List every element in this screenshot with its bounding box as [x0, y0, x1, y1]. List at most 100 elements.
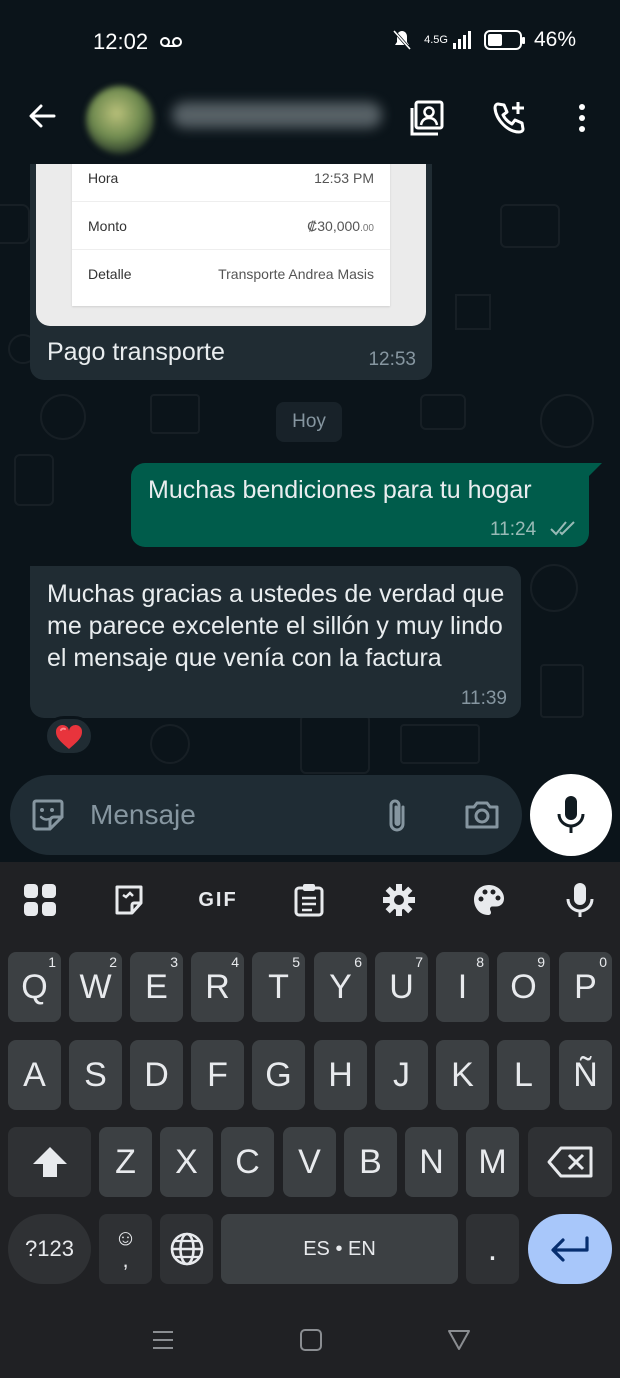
key-i[interactable]: I8 [436, 952, 489, 1022]
receipt-value: Transporte Andrea Masis [218, 266, 374, 282]
key-y[interactable]: Y6 [314, 952, 367, 1022]
contact-card-icon[interactable] [409, 100, 445, 136]
symbols-key[interactable]: ?123 [8, 1214, 91, 1284]
key-z[interactable]: Z [99, 1127, 152, 1197]
voice-message-button[interactable] [530, 774, 612, 856]
key-n[interactable]: N [405, 1127, 458, 1197]
message-time: 11:39 [460, 688, 507, 709]
receipt-image[interactable]: Hora 12:53 PM Monto ₡30,000.00 Detalle T… [36, 164, 426, 326]
chat-header [0, 84, 620, 164]
key-c[interactable]: C [221, 1127, 274, 1197]
globe-icon [170, 1232, 203, 1266]
clipboard-icon[interactable] [287, 880, 331, 920]
space-key[interactable]: ES • EN [221, 1214, 458, 1284]
outgoing-message-bubble[interactable]: Muchas bendiciones para tu hogar 11:24 [131, 463, 589, 547]
key-hint: 9 [537, 954, 545, 970]
sticker-icon[interactable] [28, 795, 68, 835]
key-g[interactable]: G [252, 1040, 305, 1110]
key-hint: 4 [231, 954, 239, 970]
contact-name-blurred[interactable] [172, 102, 382, 128]
receipt-label: Hora [88, 169, 119, 186]
key-o[interactable]: O9 [497, 952, 550, 1022]
receipt-row: Hora 12:53 PM [72, 164, 390, 202]
wallpaper-doodle [455, 294, 491, 330]
wallpaper-doodle [540, 664, 584, 718]
key-enye[interactable]: Ñ [559, 1040, 612, 1110]
key-e[interactable]: E3 [130, 952, 183, 1022]
key-letter: Y [329, 967, 352, 1006]
status-icons: 4.5G 46% [392, 28, 576, 52]
camera-icon[interactable] [462, 795, 502, 835]
key-v[interactable]: V [283, 1127, 336, 1197]
date-divider: Hoy [276, 402, 342, 442]
signal-icon [452, 31, 471, 49]
message-input[interactable] [90, 795, 370, 835]
key-w[interactable]: W2 [69, 952, 122, 1022]
key-r[interactable]: R4 [191, 952, 244, 1022]
key-t[interactable]: T5 [252, 952, 305, 1022]
key-hint: 3 [170, 954, 178, 970]
backspace-key[interactable] [528, 1127, 612, 1197]
key-b[interactable]: B [344, 1127, 397, 1197]
more-vert-icon[interactable] [564, 100, 600, 136]
status-time: 12:02 [93, 29, 149, 54]
incoming-message-bubble[interactable]: Muchas gracias a ustedes de verdad que m… [30, 566, 521, 718]
shift-key[interactable] [8, 1127, 91, 1197]
system-navigation-bar [0, 1300, 620, 1378]
key-l[interactable]: L [497, 1040, 550, 1110]
wallpaper-doodle [400, 724, 480, 764]
key-j[interactable]: J [375, 1040, 428, 1110]
back-icon[interactable] [447, 1328, 471, 1352]
key-k[interactable]: K [436, 1040, 489, 1110]
battery-icon [483, 30, 525, 50]
key-h[interactable]: H [314, 1040, 367, 1110]
wallpaper-doodle [150, 724, 190, 764]
apps-grid-icon[interactable] [18, 880, 62, 920]
message-time: 11:24 [490, 519, 537, 540]
palette-icon[interactable] [467, 880, 511, 920]
key-f[interactable]: F [191, 1040, 244, 1110]
key-q[interactable]: Q1 [8, 952, 61, 1022]
emoji-comma-key[interactable]: ☺ , [99, 1214, 152, 1284]
language-key[interactable] [160, 1214, 213, 1284]
backspace-icon [547, 1146, 593, 1178]
wallpaper-doodle [14, 454, 54, 506]
home-icon[interactable] [299, 1328, 323, 1352]
sticker-icon[interactable] [107, 880, 151, 920]
receipt-amount: ₡30,000 [307, 217, 361, 234]
heart-icon [55, 724, 83, 749]
period-key[interactable]: . [466, 1214, 519, 1284]
enter-key[interactable] [528, 1214, 612, 1284]
key-hint: 5 [292, 954, 300, 970]
avatar[interactable] [86, 86, 154, 154]
image-caption: Pago transporte [47, 338, 225, 366]
gif-button[interactable]: GIF [196, 880, 240, 920]
back-arrow-icon[interactable] [26, 100, 58, 132]
attach-icon[interactable] [378, 795, 418, 835]
key-p[interactable]: P0 [559, 952, 612, 1022]
key-letter: E [145, 967, 168, 1006]
wallpaper-doodle [0, 204, 30, 244]
network-type: 4.5G [424, 33, 448, 46]
voice-input-icon[interactable] [558, 880, 602, 920]
key-s[interactable]: S [69, 1040, 122, 1110]
key-x[interactable]: X [160, 1127, 213, 1197]
settings-icon[interactable] [377, 880, 421, 920]
enter-icon [551, 1236, 589, 1262]
add-call-icon[interactable] [492, 100, 528, 136]
voicemail-icon [160, 37, 182, 47]
wallpaper-doodle [500, 204, 560, 248]
receipt-value: 12:53 PM [314, 169, 374, 186]
heart-reaction-icon[interactable] [44, 716, 94, 756]
key-a[interactable]: A [8, 1040, 61, 1110]
key-m[interactable]: M [466, 1127, 519, 1197]
mute-icon [392, 30, 412, 50]
wallpaper-doodle [540, 394, 594, 448]
key-u[interactable]: U7 [375, 952, 428, 1022]
key-d[interactable]: D [130, 1040, 183, 1110]
chat-area[interactable]: Hora 12:53 PM Monto ₡30,000.00 Detalle T… [0, 164, 620, 864]
message-text: Muchas gracias a ustedes de verdad que m… [47, 580, 505, 672]
image-message-bubble[interactable]: Hora 12:53 PM Monto ₡30,000.00 Detalle T… [30, 164, 432, 380]
shift-icon [32, 1147, 67, 1177]
recents-icon[interactable] [151, 1328, 175, 1352]
